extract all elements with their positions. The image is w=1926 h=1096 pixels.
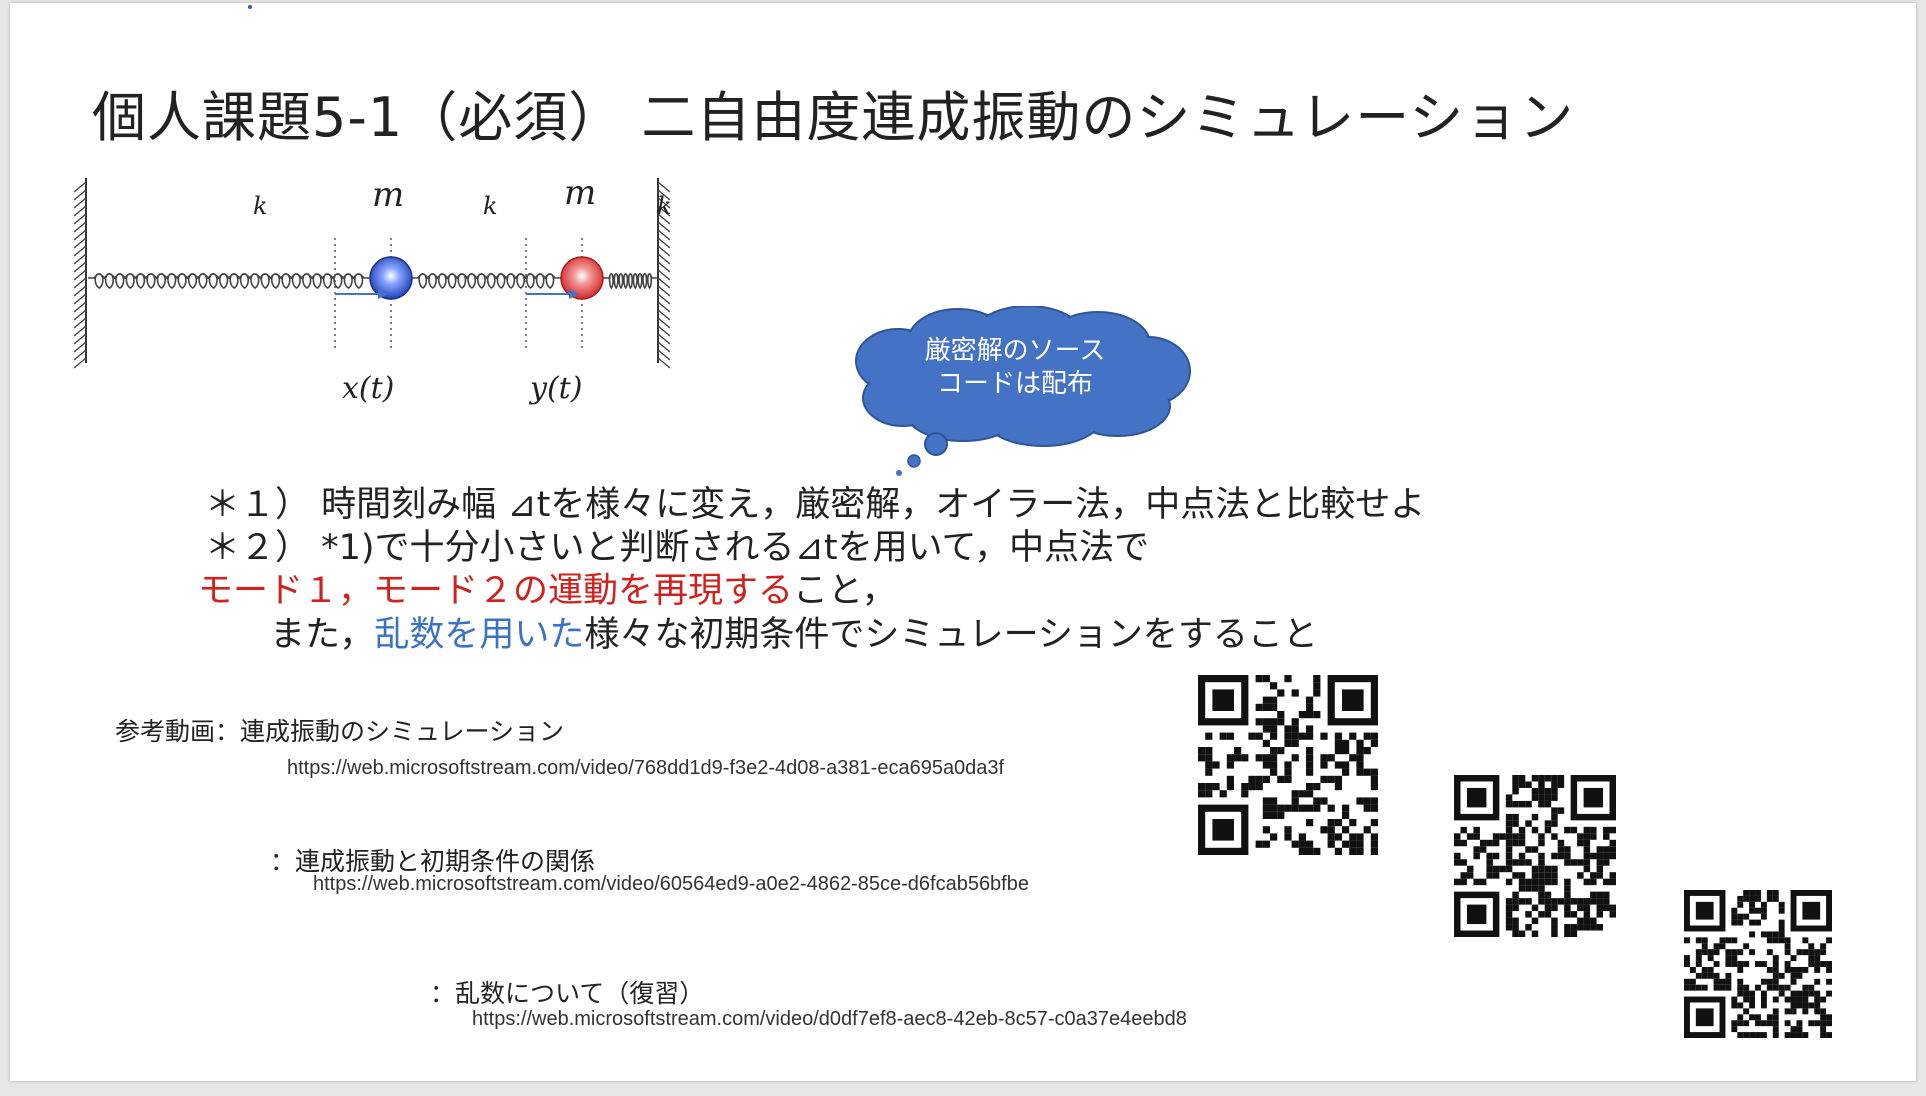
task-3-highlight: モード１，モード２の運動を再現する	[198, 571, 794, 611]
cloud-text-line2: コードは配布	[936, 369, 1093, 399]
task-4: また，乱数を用いた様々な初期条件でシミュレーションをすること	[270, 606, 1318, 657]
displacement-arrow-y	[526, 289, 579, 299]
spring-right-icon	[603, 273, 658, 290]
reference-1-url[interactable]: https://web.microsoftstream.com/video/76…	[287, 757, 1004, 780]
qr-code-icon[interactable]	[1454, 775, 1616, 937]
task-4-rest: 様々な初期条件でシミュレーションをすること	[584, 615, 1318, 655]
reference-3-label: ：乱数について（復習）	[430, 979, 705, 1008]
displacement-label-y: y(t)	[528, 371, 582, 406]
spring-middle-icon	[412, 273, 561, 289]
spring-label-1: k	[253, 192, 268, 220]
task-3-rest: こと，	[793, 571, 897, 611]
mass-1-ball	[369, 256, 413, 300]
cloud-text: 厳密解のソース コードは配布	[895, 335, 1135, 401]
task-4-highlight: 乱数を用いた	[374, 615, 585, 655]
slide: 個人課題5-1（必須） 二自由度連成振動のシミュレーション k k k m m …	[10, 3, 1916, 1081]
task-4-prefix: また，	[270, 615, 375, 655]
spring-left-icon	[88, 273, 370, 289]
qr-code-icon[interactable]	[1198, 675, 1378, 855]
slide-title: 個人課題5-1（必須） 二自由度連成振動のシミュレーション	[92, 86, 1575, 149]
left-wall-icon	[73, 178, 87, 369]
qr-code-icon[interactable]	[1684, 890, 1832, 1038]
coupled-oscillator-diagram: k k k m m x(t) y(t)	[73, 178, 672, 406]
mass-2-ball	[560, 256, 604, 300]
reference-3-url[interactable]: https://web.microsoftstream.com/video/d0…	[472, 1008, 1187, 1031]
mass-label-1: m	[372, 178, 404, 215]
displacement-arrow-x	[335, 289, 388, 299]
spring-label-2: k	[483, 192, 498, 220]
reference-2-url[interactable]: https://web.microsoftstream.com/video/60…	[313, 873, 1029, 896]
spring-label-3: k	[657, 192, 672, 220]
reference-1-label: 参考動画：連成振動のシミュレーション	[115, 717, 565, 746]
displacement-label-x: x(t)	[342, 371, 394, 406]
cursor-marker	[248, 5, 252, 9]
cloud-text-line1: 厳密解のソース	[924, 336, 1106, 366]
mass-label-2: m	[564, 178, 596, 213]
